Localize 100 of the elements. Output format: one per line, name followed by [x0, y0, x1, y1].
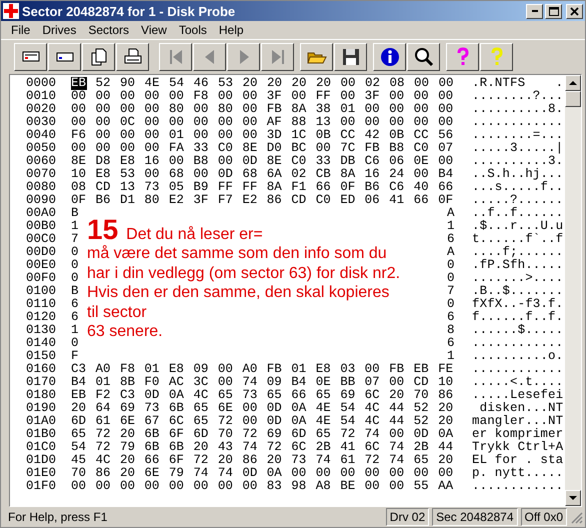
hex-byte[interactable]: 00 [414, 77, 438, 90]
offset-label: 00F0 [26, 272, 58, 285]
menu-item[interactable]: Help [212, 23, 250, 37]
menu-item[interactable]: Drives [36, 23, 82, 37]
hex-byte[interactable]: 20 [267, 77, 292, 90]
hex-bytes: 08 CD 13 73 05 B9 FF FF 8A F1 66 0F B6 C6 40 66 [71, 181, 454, 194]
hex-fragment: 0 [447, 272, 456, 285]
hex-bytes: 20 64 69 73 6B 65 6E 00 0D 0A 4E 54 4C 44 52 20 [71, 402, 454, 415]
hex-bytes: C3 A0 F8 01 E8 09 00 A0 FB 01 E8 03 00 FB EB FE [71, 363, 454, 376]
toolbar-button[interactable] [300, 43, 333, 71]
offset-label: 0010 [26, 90, 58, 103]
offset-label: 0000 [26, 77, 58, 90]
toolbar-button[interactable] [446, 43, 479, 71]
hex-fragment: F [71, 350, 80, 363]
offset-label: 0030 [26, 116, 58, 129]
offset-label: 0100 [26, 285, 58, 298]
hex-byte[interactable]: 20 [242, 77, 267, 90]
offset-label: 00D0 [26, 246, 58, 259]
hex-fragment: 0 [71, 337, 80, 350]
hex-fragment: 0 [71, 246, 80, 259]
toolbar-button[interactable] [116, 43, 149, 71]
note-text: har i din vedlegg (om sector 63) for disk nr2. [87, 264, 400, 282]
toolbar-button[interactable] [48, 43, 81, 71]
hex-byte[interactable]: 20 [292, 77, 316, 90]
floppy-icon [340, 47, 360, 67]
toolbar-button[interactable] [14, 43, 47, 71]
hex-byte[interactable]: 53 [218, 77, 242, 90]
hex-byte[interactable]: 54 [169, 77, 194, 90]
ascii-text: .fP.Sfh..... [472, 259, 564, 272]
hex-byte[interactable]: 00 [340, 77, 365, 90]
hex-fragment: A [447, 246, 456, 259]
hex-fragment: 0 [71, 259, 80, 272]
hex-bytes: 65 72 20 6B 6F 6D 70 72 69 6D 65 72 74 00 0D 0A [71, 428, 454, 441]
ascii-text: er komprimer [472, 428, 564, 441]
hex-fragment: 6 [447, 337, 456, 350]
offset-label: 0160 [26, 363, 58, 376]
offset-label: 0080 [26, 181, 58, 194]
ascii-text: t......f`..f [472, 233, 564, 246]
window-title: Sector 20482874 for 1 - Disk Probe [22, 4, 236, 18]
ascii-text: .B..$....... [472, 285, 564, 298]
resize-grip-icon [570, 510, 583, 524]
scroll-thumb[interactable] [565, 91, 581, 107]
hex-byte[interactable]: 20 [316, 77, 340, 90]
note-text: Det du nå leser er= [126, 225, 263, 245]
note-text: må være det samme som den info som du [87, 245, 387, 262]
hex-byte[interactable]: 4E [144, 77, 169, 90]
offset-label: 0120 [26, 311, 58, 324]
ascii-text: ..........8. [472, 103, 564, 116]
hex-bytes: 8E D8 E8 16 00 B8 00 0D 8E C0 33 DB C6 06 0E 00 [71, 155, 454, 168]
ascii-text: mangler...NT [472, 415, 564, 428]
toolbar-button[interactable] [407, 43, 440, 71]
ascii-text: ............ [472, 116, 564, 129]
menu-item[interactable]: Tools [172, 23, 213, 37]
status-text: For Help, press F1 [7, 509, 108, 525]
hex-byte[interactable]: 46 [194, 77, 218, 90]
note-text: til sector [87, 304, 147, 320]
ascii-text: .....?...... [472, 194, 564, 207]
hex-bytes: 00 00 00 00 80 00 80 00 FB 8A 38 01 00 00 00 00 [71, 103, 454, 116]
offset-label: 01E0 [26, 467, 58, 480]
offset-label: 0070 [26, 168, 58, 181]
hex-byte[interactable]: 00 [438, 77, 463, 90]
toolbar-button[interactable] [373, 43, 406, 71]
ascii-text: ...s.....f.. [472, 181, 564, 194]
toolbar-button[interactable] [480, 43, 513, 71]
down-arrow-icon [568, 494, 578, 502]
ascii-text: .R.NTFS . [472, 77, 564, 90]
close-button[interactable] [566, 4, 583, 18]
toolbar-button[interactable] [334, 43, 367, 71]
offset-label: 00A0 [26, 207, 58, 220]
ascii-text: ........=... [472, 129, 564, 142]
note-text: Hvis den er den samme, den skal kopieres [87, 284, 390, 301]
hex-fragment: A [447, 207, 456, 220]
offset-label: 0110 [26, 298, 58, 311]
up-arrow-icon [568, 79, 578, 87]
hex-fragment: 7 [447, 285, 456, 298]
offset-label: 0060 [26, 155, 58, 168]
menu-item[interactable]: File [5, 23, 36, 37]
ascii-text: fXfX..-f3.f. [472, 298, 564, 311]
hex-bytes: 70 86 20 6E 79 74 74 0D 0A 00 00 00 00 00 00 00 [71, 467, 454, 480]
status-text: Sec 20482874 [432, 508, 518, 526]
ascii-text: Trykk Ctrl+A [472, 441, 564, 454]
hex-byte[interactable]: 52 [96, 77, 120, 90]
hex-byte[interactable]: 08 [390, 77, 414, 90]
minimize-button[interactable] [526, 4, 543, 18]
offset-label: 01F0 [26, 480, 58, 493]
hex-byte[interactable]: EB [71, 77, 87, 90]
scroll-up-button[interactable] [565, 75, 581, 91]
hex-fragment: 7 [71, 233, 80, 246]
scroll-down-button[interactable] [565, 490, 581, 506]
scrollbar[interactable] [565, 75, 581, 506]
hex-fragment: 0 [447, 298, 456, 311]
toolbar-button[interactable] [82, 43, 115, 71]
menu-item[interactable]: Sectors [82, 23, 136, 37]
menu-item[interactable]: View [135, 23, 173, 37]
maximize-button[interactable] [545, 4, 562, 18]
info-icon [380, 47, 400, 67]
hex-byte[interactable]: 02 [365, 77, 390, 90]
cross-icon [3, 3, 19, 19]
offset-label: 01A0 [26, 415, 58, 428]
hex-byte[interactable]: 90 [120, 77, 144, 90]
